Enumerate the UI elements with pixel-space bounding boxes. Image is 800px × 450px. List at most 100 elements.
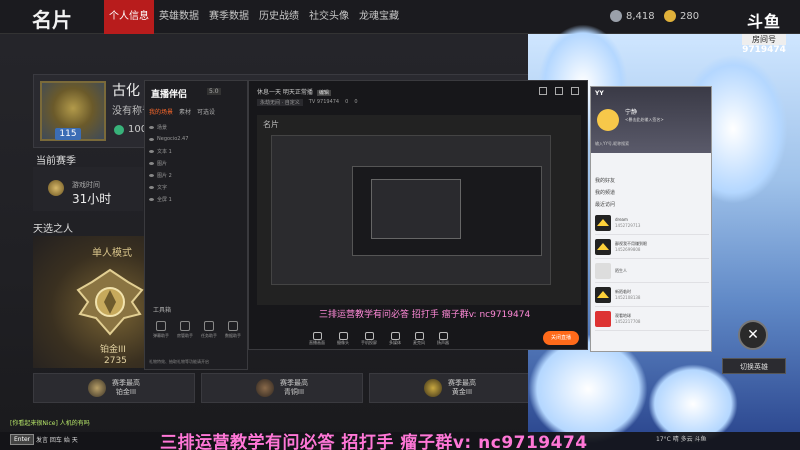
tab-personal-info[interactable]: 个人信息 [104,0,154,34]
assistant-version: 5.0 [207,88,221,95]
tab-dragon-treasure[interactable]: 龙魂宝藏 [354,0,404,34]
douyu-logo: 斗鱼 房间号 9719474 [742,8,786,58]
avatar [595,262,611,279]
tab-match-history[interactable]: 历史战绩 [254,0,304,34]
edit-title-button[interactable]: 编辑 [316,90,331,96]
chat-input[interactable]: 发言 回车 始 天 [36,435,78,444]
category-badge[interactable]: 永劫无间 · 自定义 [257,99,303,106]
silver-currency: 8,418 [610,10,655,22]
stop-live-button[interactable]: 关闭直播 [543,331,579,345]
silver-amount: 8,418 [626,10,655,22]
tool-icon [156,321,166,331]
eye-icon[interactable] [149,185,154,189]
home-icon [597,219,609,226]
page-title: 名片 [32,8,72,32]
mode-section-label: 天选之人 [33,224,73,235]
home-icon [597,243,609,250]
tab-my-scenes[interactable]: 我的场景 [149,107,173,116]
list-item[interactable]: 全屏 1 [149,193,245,205]
tab-social-avatar[interactable]: 社交头像 [304,0,354,34]
list-item[interactable]: 文字 [149,181,245,193]
overlay-text: 三排运营教学有问必答 招打手 瘤子群v: nc9719474 [319,310,531,320]
list-item[interactable]: 观看地球 1452217708 [595,307,709,331]
game-time-label: 游戏时间 [72,181,100,189]
tab-season-data[interactable]: 赛季数据 [204,0,254,34]
list-item[interactable]: Negocio2.47 [149,133,245,145]
viewer-count: 0 [345,99,349,105]
tool-button[interactable]: 麦克风 [413,332,425,346]
eye-icon[interactable] [149,125,154,129]
yy-signature[interactable]: <暴击此处输入签名> [625,117,664,123]
season-best-card[interactable]: 赛季最高 青铜III [201,373,363,403]
group-recent[interactable]: 最近访问 [595,199,709,211]
rank-points: 2735 [104,356,127,366]
enter-key-hint: Enter [10,434,35,445]
tool-button[interactable]: 直播画面 [309,332,325,346]
stream-preview[interactable]: 名片 [257,115,581,305]
group-my-channels[interactable]: 我的频道 [595,187,709,199]
avatar [595,214,611,231]
eye-icon[interactable] [149,161,154,165]
tab-materials[interactable]: 素材 [179,107,191,116]
avatar [595,310,611,327]
tool-button[interactable]: 房管助手 [173,321,197,339]
like-count: 0 [354,99,358,105]
season-best-card[interactable]: 赛季最高 铂金III [33,373,195,403]
speaker-icon [438,332,448,340]
bronze-badge-icon [256,379,274,397]
season-label[interactable]: 当前赛季 [36,152,76,167]
eye-icon[interactable] [149,137,154,141]
switch-hero-button[interactable]: 切换英雄 [722,358,786,374]
list-item[interactable]: dream 1452729713 [595,211,709,235]
recursive-preview-3 [371,179,461,239]
camera-icon [338,332,348,340]
tool-button[interactable]: 弹幕助手 [149,321,173,339]
platinum-badge-icon [88,379,106,397]
season-best-label: 赛季最高 [448,379,476,387]
gold-badge-icon [424,379,442,397]
close-icon[interactable] [571,87,579,95]
tab-hero-data[interactable]: 英雄数据 [154,0,204,34]
toolbox-grid: 弹幕助手 房管助手 任务助手 数据助手 [149,321,245,339]
chat-message: [你看起来很Nice] 人机的有吗 [10,420,90,427]
list-item[interactable]: 场景 [149,121,245,133]
phone-icon [364,332,374,340]
eye-icon[interactable] [149,149,154,153]
list-item[interactable]: 新陌临时 1452108138 [595,283,709,307]
avatar [595,238,611,255]
tool-icon [180,321,190,331]
list-item[interactable]: 文本 1 [149,145,245,157]
settings-icon[interactable] [539,87,547,95]
search-input[interactable]: 输入YY号,昵称搜索 [595,141,629,147]
season-best-card[interactable]: 赛季最高 黄金III [369,373,531,403]
gold-currency: 280 [664,10,699,22]
screen-icon [312,332,322,340]
assistant-brand: 直播伴侣 [151,90,188,100]
tool-button[interactable]: 数据助手 [221,321,245,339]
tool-button[interactable]: 摄像头 [337,332,349,346]
close-circle-button[interactable]: ✕ [738,320,768,350]
home-icon [597,291,609,298]
tool-button[interactable]: 多媒体 [389,332,401,346]
tool-button[interactable]: 手机投屏 [361,332,377,346]
avatar[interactable] [597,109,619,131]
list-item[interactable]: 图片 [149,157,245,169]
gold-icon [664,10,676,22]
yy-contact-list: 我的好友 我的频道 最近访问 dream 1452729713 鄙视我不用赚到眼 1… [595,175,709,331]
tab-options[interactable]: 可选设 [197,107,215,116]
list-item[interactable]: 图片 2 [149,169,245,181]
game-time-value: 31小时 [72,192,112,206]
tool-button[interactable]: 扬声器 [437,332,449,346]
minimize-icon[interactable] [555,87,563,95]
group-my-friends[interactable]: 我的好友 [595,175,709,187]
eye-icon[interactable] [149,173,154,177]
live-toolbar: 直播画面 摄像头 手机投屏 多媒体 麦克风 扬声器 [249,327,589,351]
list-item[interactable]: 陌生人 [595,259,709,283]
gem-icon [114,124,124,135]
tool-button[interactable]: 任务助手 [197,321,221,339]
list-item[interactable]: 鄙视我不用赚到眼 1452699808 [595,235,709,259]
tool-icon [204,321,214,331]
room-id: TV 9719474 [308,99,340,105]
yy-logo: YY [595,90,604,97]
eye-icon[interactable] [149,197,154,201]
